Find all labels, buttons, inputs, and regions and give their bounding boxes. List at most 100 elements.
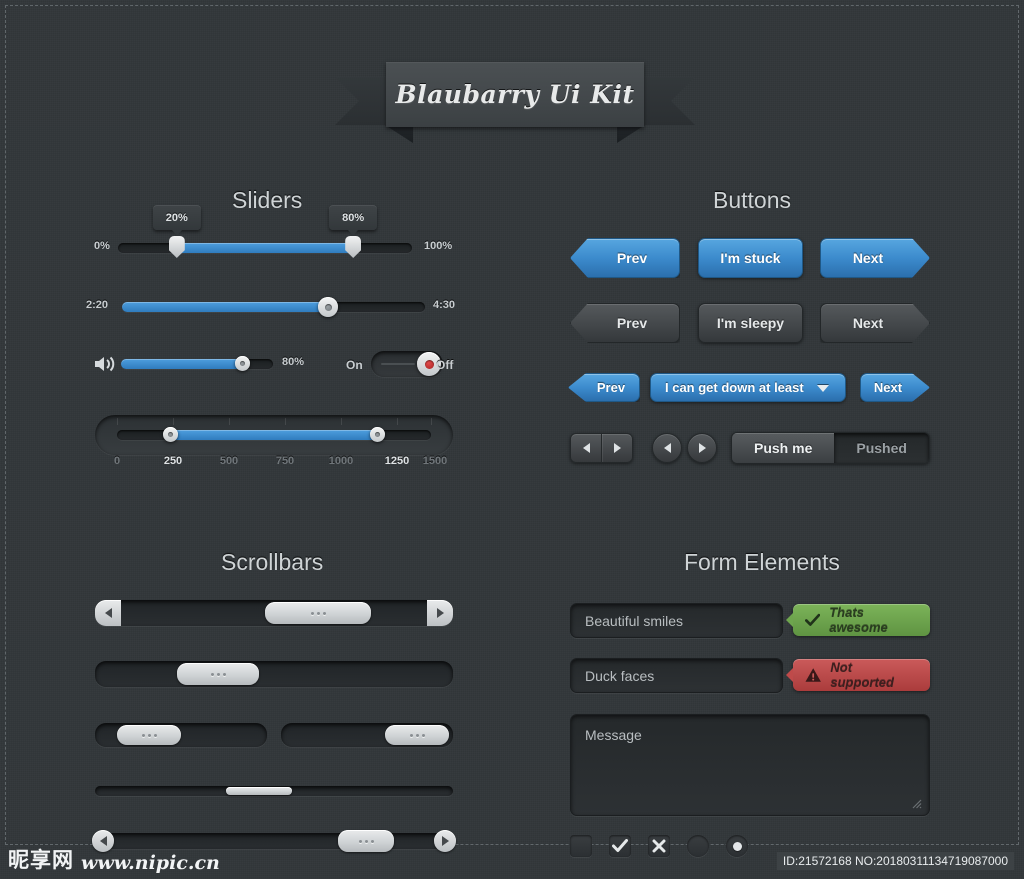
- arrow-right-icon: [441, 836, 449, 846]
- checkbox-checked[interactable]: [609, 835, 631, 857]
- segment-pushed[interactable]: Pushed: [834, 433, 929, 463]
- ribbon-tail-left: [335, 77, 391, 125]
- button-label: I'm sleepy: [716, 315, 785, 331]
- scale-handle-low[interactable]: [162, 427, 178, 442]
- watermark-logo: 昵享网: [8, 848, 74, 872]
- grip-dots-icon: [210, 672, 226, 676]
- dropdown-select[interactable]: I can get down at least: [650, 373, 846, 402]
- scrollbar-thumb[interactable]: [177, 663, 259, 685]
- time-end-label: 4:30: [433, 299, 456, 311]
- ribbon-body: Blaubarry Ui Kit: [386, 62, 644, 127]
- radio-selected[interactable]: [726, 835, 748, 857]
- time-handle[interactable]: [318, 297, 339, 317]
- volume-track[interactable]: [121, 356, 273, 371]
- button-next-grey[interactable]: Next: [820, 303, 930, 343]
- input-duck-faces[interactable]: [570, 658, 783, 693]
- range-slider-percent[interactable]: 0% 100% 20% 80%: [94, 205, 452, 258]
- button-prev-small[interactable]: Prev: [568, 373, 640, 402]
- scale-slider-panel[interactable]: [95, 415, 453, 455]
- form-heading: Form Elements: [684, 549, 840, 575]
- on-off-toggle[interactable]: [371, 351, 443, 377]
- circle-arrow-left-button[interactable]: [652, 433, 682, 463]
- scale-track[interactable]: [117, 427, 431, 442]
- arrow-right-button[interactable]: [601, 434, 632, 462]
- scrollbar-plain[interactable]: [95, 661, 453, 687]
- close-icon: [652, 839, 666, 853]
- volume-handle[interactable]: [235, 356, 251, 371]
- speaker-icon: [93, 355, 115, 373]
- segment-label: Push me: [754, 440, 813, 456]
- push-segmented-control[interactable]: Push me Pushed: [731, 432, 930, 464]
- arrow-left-button[interactable]: [571, 434, 601, 462]
- scrollbar-thumb[interactable]: [117, 725, 181, 745]
- checkbox-crossed[interactable]: [648, 835, 670, 857]
- button-label: Prev: [596, 380, 626, 395]
- scrollbar-thumb[interactable]: [385, 725, 449, 745]
- toggle-off-label: Off: [436, 358, 454, 372]
- time-track[interactable]: [122, 297, 425, 317]
- scrollbar-thumb[interactable]: [338, 830, 394, 852]
- scrollbar-right-arrow[interactable]: [427, 600, 453, 626]
- sliders-heading: Sliders: [232, 187, 303, 213]
- image-id-text: ID:21572168 NO:20180311134719087000: [776, 852, 1014, 870]
- radio-empty[interactable]: [687, 835, 709, 857]
- watermark: 昵享网 www.nipic.cn: [8, 844, 220, 874]
- scrollbar-slim[interactable]: [95, 786, 453, 796]
- scale-tick-750: 750: [275, 455, 295, 467]
- validation-error-callout: Not supported: [786, 659, 930, 691]
- validation-error-text: Not supported: [830, 660, 894, 690]
- scale-handle-high[interactable]: [370, 427, 386, 442]
- range-tooltip-low: 20%: [152, 205, 201, 236]
- ui-kit-canvas: Blaubarry Ui Kit Sliders 0% 100% 20% 80%…: [0, 0, 1024, 879]
- arrow-left-icon: [104, 608, 112, 618]
- scale-slider[interactable]: [117, 427, 431, 442]
- range-min-label: 0%: [94, 240, 110, 252]
- check-icon: [612, 839, 628, 852]
- message-textarea[interactable]: [570, 714, 930, 816]
- button-label: Next: [873, 380, 903, 395]
- button-prev-blue[interactable]: Prev: [570, 238, 680, 278]
- button-label: Next: [852, 250, 884, 266]
- range-track[interactable]: 20% 80%: [118, 205, 412, 258]
- ribbon-fold-left: [385, 125, 413, 143]
- checkbox-empty[interactable]: [570, 835, 592, 857]
- time-fill: [122, 302, 329, 312]
- button-im-sleepy[interactable]: I'm sleepy: [698, 303, 803, 343]
- arrow-button-pair[interactable]: [570, 433, 633, 463]
- button-next-small[interactable]: Next: [860, 373, 930, 402]
- button-prev-grey[interactable]: Prev: [570, 303, 680, 343]
- scale-tick-1500: 1500: [422, 455, 448, 467]
- kit-title: Blaubarry Ui Kit: [395, 80, 635, 109]
- arrow-right-icon: [436, 608, 444, 618]
- button-im-stuck[interactable]: I'm stuck: [698, 238, 803, 278]
- volume-fill: [121, 359, 243, 369]
- scrollbar-half-right[interactable]: [281, 723, 453, 747]
- toggle-bar: [381, 363, 415, 365]
- scrollbar-half-left[interactable]: [95, 723, 267, 747]
- arrow-left-icon: [582, 443, 590, 453]
- time-slider[interactable]: 2:20 4:30: [86, 297, 455, 317]
- arrow-right-icon: [613, 443, 621, 453]
- volume-slider[interactable]: 80%: [121, 356, 304, 371]
- input-beautiful-smiles[interactable]: [570, 603, 783, 638]
- time-start-label: 2:20: [86, 299, 109, 311]
- scale-tick-500: 500: [219, 455, 239, 467]
- button-next-blue[interactable]: Next: [820, 238, 930, 278]
- range-tooltip-high: 80%: [329, 205, 378, 236]
- circle-arrow-right-button[interactable]: [687, 433, 717, 463]
- message-textarea-wrap[interactable]: [570, 714, 930, 816]
- grip-dots-icon: [409, 733, 425, 737]
- scrollbar-left-arrow[interactable]: [95, 600, 121, 626]
- scrollbar-thumb[interactable]: [265, 602, 371, 624]
- grip-dots-icon: [141, 733, 157, 737]
- button-label: Next: [852, 315, 884, 331]
- scrollbar-thumb-slim[interactable]: [226, 787, 292, 795]
- grip-dots-icon: [310, 611, 326, 615]
- scrollbar-with-caps[interactable]: [95, 600, 453, 626]
- range-handle-low[interactable]: [168, 236, 185, 258]
- scrollbars-heading: Scrollbars: [221, 549, 324, 575]
- range-handle-high[interactable]: [345, 236, 362, 258]
- scale-tick-1000: 1000: [328, 455, 354, 467]
- scrollbar-right-arrow[interactable]: [434, 830, 456, 852]
- segment-push-me[interactable]: Push me: [732, 433, 835, 463]
